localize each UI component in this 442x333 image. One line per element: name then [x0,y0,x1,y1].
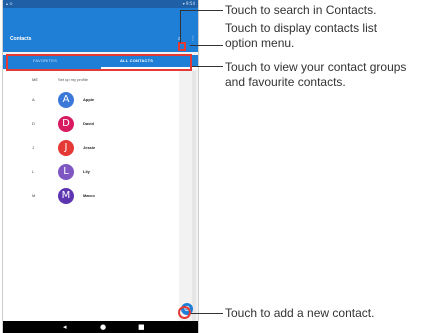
recents-icon[interactable]: ■ [138,323,145,331]
navigation-bar: ◂ ● ■ [3,321,198,333]
scrollbar[interactable] [192,71,196,321]
status-left: ▴ ⊙ [6,1,13,6]
section-letter: J [32,145,34,150]
section-letter: M [32,193,36,198]
search-highlight [178,42,186,51]
overflow-menu-icon[interactable]: ⋮ [190,35,196,42]
app-title: Contacts [10,36,32,42]
contact-name: Jessie [83,145,96,150]
callout-search-text: Touch to search in Contacts. [225,3,377,17]
fab-highlight [178,306,191,319]
callout-search-line [180,10,223,11]
contact-list: ME Set up my profile A A Apple D D David… [3,70,179,322]
contact-name: Apple [83,97,95,102]
callout-add-line [191,313,223,314]
list-item-me[interactable]: ME Set up my profile [3,72,179,88]
list-item[interactable]: L L Lily [3,164,179,180]
callout-add-text: Touch to add a new contact. [225,306,375,320]
section-letter: ME [32,77,38,82]
home-icon[interactable]: ● [100,323,106,331]
avatar: A [58,92,74,108]
callout-options-line [190,45,223,46]
list-item[interactable]: D D David [3,116,179,132]
callout-search-vline [180,10,181,43]
contact-name: David [83,121,94,126]
setup-profile-label: Set up my profile [58,77,89,82]
contact-name: Lily [83,169,90,174]
avatar: M [58,188,74,204]
back-icon[interactable]: ◂ [63,323,67,331]
list-item[interactable]: A A Apple [3,92,179,108]
section-letter: L [32,169,35,174]
avatar: D [58,116,74,132]
tablet-screen: ▴ ⊙ ▾ 9:54 Contacts ⌕ ⋮ FAVORITES ALL CO… [2,0,199,333]
tabs-highlight [6,54,192,71]
callout-options-text: Touch to display contacts list option me… [225,21,378,50]
avatar: L [58,164,74,180]
list-item[interactable]: J J Jessie [3,140,179,156]
section-letter: A [32,97,35,102]
status-right: ▾ 9:54 [182,1,195,6]
status-bar: ▴ ⊙ ▾ 9:54 [3,0,198,8]
avatar: J [58,140,74,156]
list-item[interactable]: M M Marco [3,188,179,204]
callout-groups-line [192,66,223,67]
contact-name: Marco [83,193,95,198]
section-letter: D [32,121,35,126]
app-bar [3,8,198,52]
callout-groups-text: Touch to view your contact groups and fa… [225,60,407,89]
